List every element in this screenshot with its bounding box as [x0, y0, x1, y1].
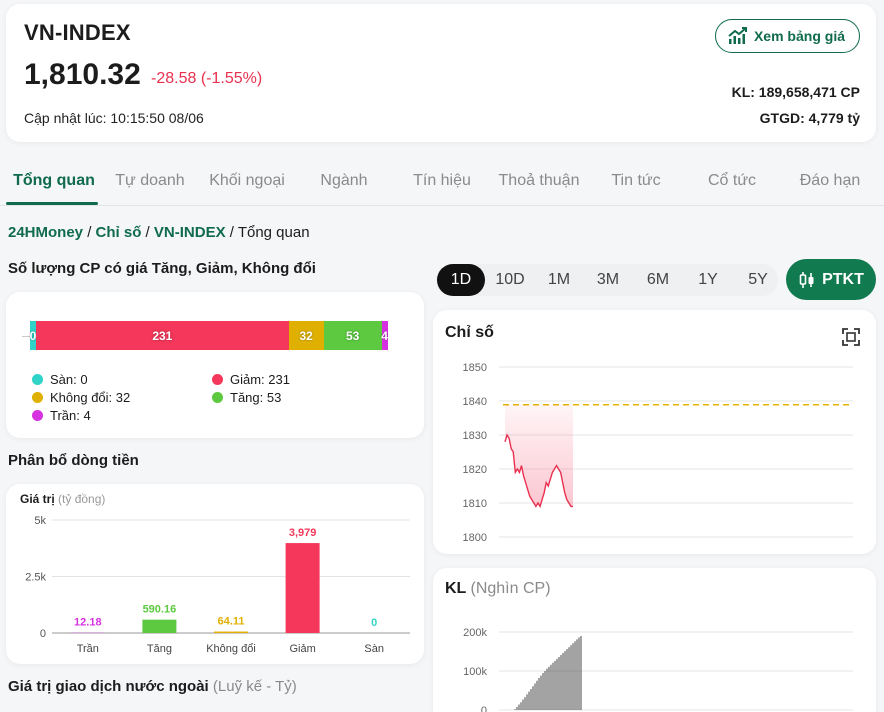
count-segment-label: 231 — [152, 328, 173, 343]
period-10d[interactable]: 10D — [486, 264, 534, 296]
period-selector: 1D 10D 1M 3M 6M 1Y 5Y — [436, 264, 778, 296]
main-tabs: Tổng quan Tự doanh Khối ngoại Ngành Tín … — [0, 162, 884, 206]
index-chart-card: Chỉ số 1800 1810 1820 1830 1840 1850 — [433, 310, 876, 554]
period-5y[interactable]: 5Y — [734, 264, 782, 296]
tab-news[interactable]: Tin tức — [598, 172, 674, 190]
period-1m[interactable]: 1M — [535, 264, 583, 296]
breadcrumb-index[interactable]: VN-INDEX — [154, 224, 226, 241]
legend-unchanged: Không đổi: 32 — [32, 390, 130, 405]
flow-category-label: Trần — [77, 643, 99, 655]
stock-count-card: 0 231 32 53 4 Sàn: 0 Giảm: 231 Không đổi: 32… — [6, 292, 424, 438]
breadcrumb-current: Tổng quan — [237, 224, 310, 241]
tab-sector[interactable]: Ngành — [306, 172, 382, 190]
view-price-board-button[interactable]: Xem bảng giá — [714, 19, 860, 53]
count-segment-label: 53 — [345, 328, 360, 343]
view-price-board-label: Xem bảng giá — [753, 28, 845, 44]
index-title: VN-INDEX — [24, 20, 131, 45]
legend-ceiling-dot — [32, 410, 43, 421]
volume-bar-chart: 0 100k 200k — [463, 627, 853, 712]
index-change: -28.58 (-1.55%) — [151, 70, 263, 87]
count-segment-4: 4 — [381, 321, 388, 350]
flow-y-tick: 0 — [40, 628, 46, 640]
breadcrumb: 24HMoney / Chỉ số / VN-INDEX / Tổng quan — [8, 224, 310, 241]
tab-maturity[interactable]: Đáo hạn — [790, 172, 870, 190]
index-area-fill — [505, 404, 573, 507]
volume-y-tick: 0 — [481, 705, 487, 712]
flow-y-tick: 5k — [34, 515, 46, 527]
index-y-tick: 1800 — [463, 532, 487, 544]
flow-bar — [285, 543, 320, 633]
active-tab-underline — [6, 202, 98, 205]
candlestick-icon — [799, 271, 814, 288]
flow-value-label: 64.11 — [218, 616, 245, 628]
period-1y[interactable]: 1Y — [684, 264, 732, 296]
index-y-tick: 1810 — [463, 498, 487, 510]
foreign-trade-title: Giá trị giao dịch nước ngoài (Luỹ kế - T… — [8, 678, 297, 695]
trend-chart-icon — [728, 27, 747, 44]
index-y-tick: 1850 — [463, 362, 487, 374]
tab-signals[interactable]: Tín hiệu — [400, 172, 484, 190]
volume-y-tick: 100k — [463, 666, 487, 678]
flow-bar — [214, 631, 248, 633]
index-y-tick: 1820 — [463, 464, 487, 476]
count-segment-2: 32 — [288, 321, 324, 350]
index-header-card: VN-INDEX 1,810.32 -28.58 (-1.55%) Cập nh… — [6, 4, 876, 142]
flow-bar — [142, 619, 177, 633]
total-value: GTGD: 4,779 tỷ — [759, 110, 860, 126]
flow-category-label: Không đổi — [206, 643, 256, 655]
period-3m[interactable]: 3M — [584, 264, 632, 296]
tab-foreign[interactable]: Khối ngoại — [200, 172, 294, 190]
flow-category-label: Giảm — [289, 643, 315, 655]
stock-count-title: Số lượng CP có giá Tăng, Giảm, Không đổi — [8, 260, 316, 277]
flow-value-label: 0 — [371, 617, 377, 629]
flow-value-label: 590.16 — [143, 604, 177, 616]
volume-y-tick: 200k — [463, 627, 487, 639]
legend-floor: Sàn: 0 — [32, 372, 88, 387]
tab-proprietary[interactable]: Tự doanh — [108, 172, 192, 190]
flow-y-tick: 2.5k — [25, 572, 46, 584]
flow-value-label: 3,979 — [289, 527, 317, 539]
tab-agreement[interactable]: Thoả thuận — [490, 172, 588, 190]
legend-up: Tăng: 53 — [212, 390, 281, 405]
flow-value-label: 12.18 — [74, 617, 102, 629]
index-y-tick: 1830 — [463, 430, 487, 442]
technical-analysis-button[interactable]: PTKT — [786, 259, 876, 300]
money-flow-title: Phân bổ dòng tiền — [8, 452, 139, 469]
legend-floor-dot — [32, 374, 43, 385]
count-segment-3: 53 — [323, 321, 382, 350]
count-segment-label: 32 — [299, 328, 313, 343]
count-segment-label: 4 — [381, 328, 388, 343]
last-updated: Cập nhật lúc: 10:15:50 08/06 — [24, 110, 204, 126]
legend-ceiling: Trần: 4 — [32, 408, 91, 423]
legend-down-dot — [212, 374, 223, 385]
stock-count-bar: 0 231 32 53 4 — [30, 321, 388, 350]
flow-category-label: Sàn — [364, 643, 384, 655]
volume-chart-card: KL (Nghìn CP) 0 100k 200k — [433, 568, 876, 712]
total-volume: KL: 189,658,471 CP — [731, 84, 860, 100]
tab-dividend[interactable]: Cổ tức — [696, 172, 768, 190]
legend-down: Giảm: 231 — [212, 372, 290, 387]
period-1d[interactable]: 1D — [437, 264, 485, 296]
breadcrumb-home[interactable]: 24HMoney — [8, 224, 83, 241]
index-y-tick: 1840 — [463, 396, 487, 408]
tab-overview[interactable]: Tổng quan — [6, 172, 102, 190]
breadcrumb-section[interactable]: Chỉ số — [96, 224, 142, 241]
technical-analysis-label: PTKT — [822, 270, 864, 288]
count-segment-1: 231 — [36, 321, 289, 350]
legend-up-dot — [212, 392, 223, 403]
flow-category-label: Tăng — [147, 643, 172, 655]
legend-unchanged-dot — [32, 392, 43, 403]
money-flow-card: Giá trị (tỷ đồng) 0 2.5k 5k 12.18 Trần 590.16… — [6, 484, 424, 664]
period-6m[interactable]: 6M — [634, 264, 682, 296]
money-flow-chart: 0 2.5k 5k 12.18 Trần 590.16 Tăng 64.11 Không đổi… — [25, 515, 410, 655]
index-price: 1,810.32 — [24, 58, 141, 91]
index-line-chart: 1800 1810 1820 1830 1840 1850 — [463, 362, 853, 544]
